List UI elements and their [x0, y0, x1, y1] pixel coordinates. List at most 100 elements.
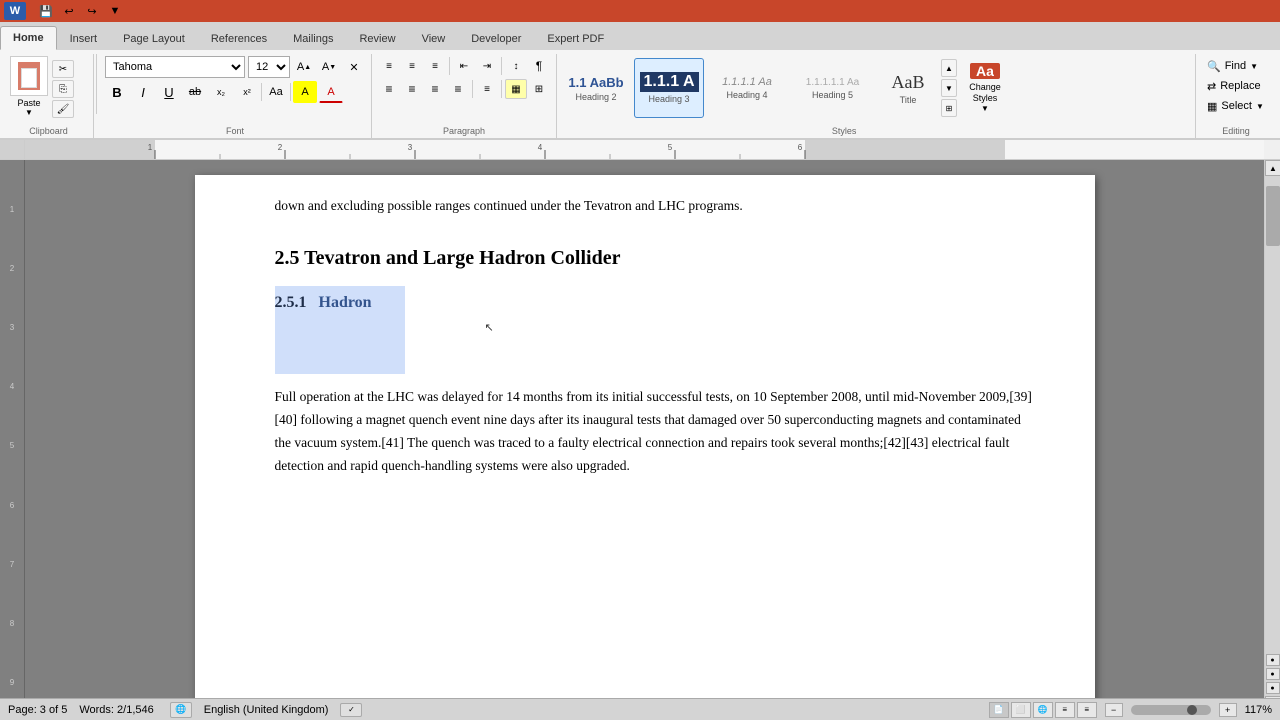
borders-button[interactable]: ⊞ [528, 79, 550, 99]
font-family-select[interactable]: Tahoma [105, 56, 245, 78]
style-heading-4[interactable]: 1.1.1.1 Aa Heading 4 [707, 58, 787, 118]
paragraph-group-label: Paragraph [443, 126, 485, 136]
styles-scroll-down[interactable]: ▼ [941, 79, 957, 97]
select-label: Select [1221, 100, 1252, 112]
numbering-button[interactable]: ≡ [401, 56, 423, 76]
clear-format-button[interactable]: ✕ [343, 56, 365, 78]
underline-button[interactable]: U [157, 81, 181, 103]
scroll-up-button[interactable]: ▲ [1265, 160, 1280, 176]
style-h2-label: Heading 2 [575, 92, 616, 102]
full-screen-view[interactable]: ⬜ [1011, 702, 1031, 718]
copy-button[interactable]: ⎘ [52, 80, 74, 98]
zoom-slider[interactable] [1131, 705, 1211, 715]
style-h4-label: Heading 4 [726, 90, 767, 100]
align-right-button[interactable]: ≡ [424, 79, 446, 99]
inc-indent-button[interactable]: ⇥ [476, 56, 498, 76]
style-heading-2[interactable]: 1.1 AaBb Heading 2 [561, 58, 631, 118]
style-title-text: AaB [892, 72, 925, 93]
style-h5-label: Heading 5 [812, 90, 853, 100]
line-spacing-button[interactable]: ≡ [476, 79, 498, 99]
select-browse-button[interactable]: ● [1266, 668, 1280, 680]
tab-insert[interactable]: Insert [57, 26, 111, 50]
style-title-label: Title [900, 95, 917, 105]
ruler: 1 2 3 4 5 6 [0, 140, 1280, 160]
strikethrough-button[interactable]: ab [183, 81, 207, 103]
heading-2-5: 2.5 Tevatron and Large Hadron Collider [275, 242, 1035, 274]
highlight-button[interactable]: A [293, 81, 317, 103]
paste-arrow: ▼ [25, 108, 33, 117]
undo-button[interactable]: ↩ [59, 1, 79, 21]
para-sep-4 [501, 80, 502, 98]
dec-indent-button[interactable]: ⇤ [453, 56, 475, 76]
print-layout-view[interactable]: 📄 [989, 702, 1009, 718]
style-heading-5[interactable]: 1.1.1.1.1 Aa Heading 5 [790, 58, 875, 118]
tab-page-layout[interactable]: Page Layout [110, 26, 198, 50]
subscript-button[interactable]: x₂ [209, 81, 233, 103]
save-button[interactable]: 💾 [36, 1, 56, 21]
align-left-button[interactable]: ≡ [378, 79, 400, 99]
tab-developer[interactable]: Developer [458, 26, 534, 50]
change-styles-button[interactable]: Aa ChangeStyles ▼ [960, 58, 1010, 118]
language-text: English (United Kingdom) [204, 704, 329, 716]
tab-references[interactable]: References [198, 26, 280, 50]
editing-group: 🔍 Find ▼ ⇄ Replace ▦ Select ▼ Editing [1196, 54, 1276, 138]
paste-button[interactable]: Paste ▼ [10, 56, 48, 118]
bold-button[interactable]: B [105, 81, 129, 103]
tab-review[interactable]: Review [346, 26, 408, 50]
tab-view[interactable]: View [409, 26, 459, 50]
page-info-text: Page: 3 of 5 [8, 704, 67, 716]
outline-view[interactable]: ≡ [1055, 702, 1075, 718]
zoom-out-button[interactable]: − [1105, 703, 1123, 717]
styles-expand[interactable]: ⊞ [941, 99, 957, 117]
bullets-button[interactable]: ≡ [378, 56, 400, 76]
italic-button[interactable]: I [131, 81, 155, 103]
cursor-indicator: ↖ [485, 320, 494, 338]
prev-page-button[interactable]: ● [1266, 654, 1280, 666]
customize-button[interactable]: ▼ [105, 1, 125, 21]
decrease-font-size-button[interactable]: A▼ [318, 56, 340, 78]
para-sep-3 [472, 80, 473, 98]
right-scrollbar[interactable]: ▲ ● ● ● ▼ [1264, 160, 1280, 712]
cut-button[interactable]: ✂ [52, 60, 74, 78]
change-case-button[interactable]: Aa [264, 81, 288, 103]
font-separator-2 [290, 83, 291, 101]
redo-button[interactable]: ↪ [82, 1, 102, 21]
font-group: Tahoma 12 A▲ A▼ ✕ B I U ab x₂ x² Aa A [99, 54, 372, 138]
scroll-nav-buttons: ● ● ● [1265, 652, 1280, 696]
increase-font-size-button[interactable]: A▲ [293, 56, 315, 78]
multilevel-button[interactable]: ≡ [424, 56, 446, 76]
replace-label: Replace [1220, 80, 1260, 92]
font-size-select[interactable]: 12 [248, 56, 290, 78]
sort-button[interactable]: ↕ [505, 56, 527, 76]
align-center-button[interactable]: ≡ [401, 79, 423, 99]
heading-2-5-1-container: ↖ 2.5.1 Hadron [275, 290, 1035, 370]
superscript-button[interactable]: x² [235, 81, 259, 103]
document-scroll-area[interactable]: down and excluding possible ranges conti… [25, 160, 1264, 712]
zoom-level: 117% [1245, 704, 1272, 716]
style-title[interactable]: AaB Title [878, 58, 938, 118]
select-icon: ▦ [1207, 100, 1217, 113]
show-formatting-button[interactable]: ¶ [528, 56, 550, 76]
tab-home[interactable]: Home [0, 26, 57, 50]
ruler-body: 1 2 3 4 5 6 [25, 140, 1264, 159]
document-page: down and excluding possible ranges conti… [195, 175, 1095, 712]
find-button[interactable]: 🔍 Find ▼ [1202, 56, 1270, 76]
format-painter-button[interactable]: 🖌 [52, 100, 74, 118]
toolbar-area: Paste ▼ ✂ ⎘ 🖌 Clipboard Tahoma 12 [0, 50, 1280, 139]
zoom-in-button[interactable]: + [1219, 703, 1237, 717]
left-ruler: 1 2 3 4 5 6 7 8 9 [0, 160, 25, 712]
next-page-button[interactable]: ● [1266, 682, 1280, 694]
web-layout-view[interactable]: 🌐 [1033, 702, 1053, 718]
tab-expert-pdf[interactable]: Expert PDF [534, 26, 617, 50]
font-color-button[interactable]: A [319, 81, 343, 103]
styles-scroll-up[interactable]: ▲ [941, 59, 957, 77]
justify-button[interactable]: ≡ [447, 79, 469, 99]
style-title-preview: AaB [892, 72, 925, 93]
scroll-thumb[interactable] [1266, 186, 1280, 246]
select-button[interactable]: ▦ Select ▼ [1202, 96, 1270, 116]
shading-button[interactable]: ▦ [505, 79, 527, 99]
tab-mailings[interactable]: Mailings [280, 26, 346, 50]
replace-button[interactable]: ⇄ Replace [1202, 76, 1270, 96]
draft-view[interactable]: ≡ [1077, 702, 1097, 718]
style-heading-3[interactable]: 1.1.1 A Heading 3 [634, 58, 704, 118]
